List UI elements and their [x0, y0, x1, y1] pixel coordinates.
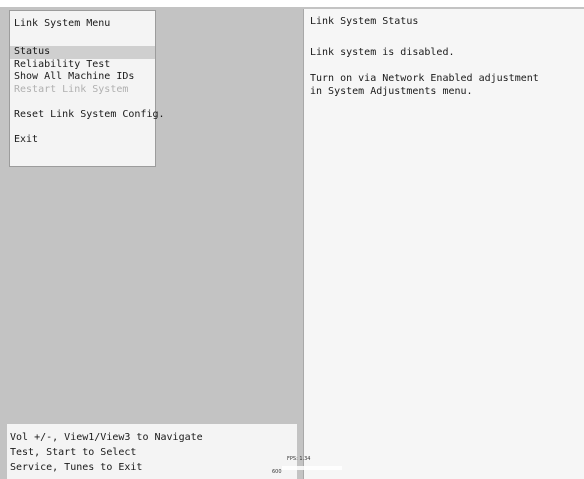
menu-title: Link System Menu: [14, 18, 111, 29]
help-line-exit: Service, Tunes to Exit: [10, 462, 143, 473]
link-system-menu: Link System Menu Status Reliability Test…: [9, 10, 165, 167]
status-line: Turn on via Network Enabled adjustment: [310, 73, 539, 84]
status-line: Link system is disabled.: [310, 47, 455, 58]
fps-readout: FPS: 1.34: [287, 456, 311, 462]
link-system-status-panel: Link System Status Link system is disabl…: [303, 9, 584, 479]
menu-item-exit[interactable]: Exit: [10, 134, 155, 147]
controls-help-panel: Vol +/-, View1/View3 to Navigate Test, S…: [7, 424, 297, 479]
status-message: Link system is disabled. Turn on via Net…: [310, 46, 539, 98]
status-line: in System Adjustments menu.: [310, 86, 473, 97]
menu-item-restart-link-system: Restart Link System: [14, 83, 129, 95]
menu-item-show-all-machine-ids[interactable]: Show All Machine IDs: [10, 71, 155, 84]
status-line: [310, 59, 539, 72]
overlay-bar: [282, 466, 342, 470]
status-title: Link System Status: [310, 16, 419, 27]
menu-list: Status Reliability Test Show All Machine…: [10, 46, 165, 147]
menu-item-reliability-test[interactable]: Reliability Test: [10, 59, 155, 72]
menu-item-reset-link-system-config[interactable]: Reset Link System Config.: [10, 109, 165, 122]
help-line-select: Test, Start to Select: [10, 447, 137, 458]
menu-item-status[interactable]: Status: [10, 46, 155, 59]
top-strip: [0, 0, 584, 7]
help-line-navigate: Vol +/-, View1/View3 to Navigate: [10, 432, 203, 443]
overlay-counter: 600: [272, 469, 282, 475]
controls-help-text: Vol +/-, View1/View3 to Navigate Test, S…: [10, 430, 203, 475]
